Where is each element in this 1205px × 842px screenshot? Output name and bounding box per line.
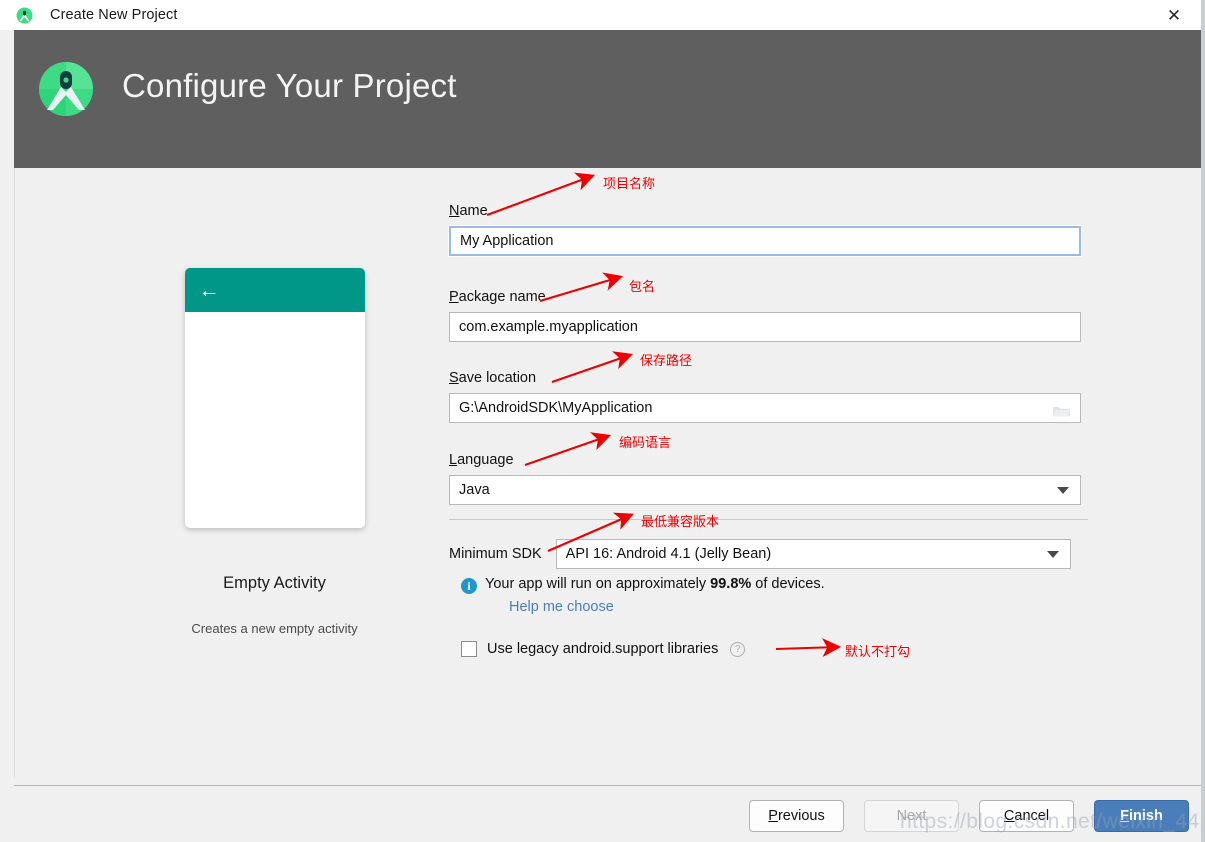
legacy-libraries-checkbox[interactable] [461, 641, 477, 657]
folder-icon[interactable] [1052, 401, 1071, 416]
question-mark-icon[interactable]: ? [730, 641, 746, 657]
back-arrow-icon: ← [198, 278, 220, 302]
minimum-sdk-select-value: API 16: Android 4.1 (Jelly Bean) [565, 546, 772, 562]
android-studio-logo [34, 57, 98, 121]
save-location-input-value: G:\AndroidSDK\MyApplication [459, 400, 653, 416]
desktop-background-right [1201, 0, 1205, 842]
template-thumbnail: ← [184, 268, 365, 528]
language-select-value: Java [459, 482, 490, 498]
form-divider [449, 519, 1088, 520]
package-name-input[interactable]: com.example.myapplication [449, 312, 1081, 342]
info-icon: i [461, 578, 477, 594]
legacy-libraries-row: Use legacy android.support libraries ? [461, 641, 746, 657]
name-label: Name [449, 203, 488, 219]
language-select[interactable]: Java [449, 475, 1081, 505]
package-name-input-value: com.example.myapplication [459, 319, 638, 335]
name-field-group: Name My Application [448, 202, 1082, 257]
template-appbar: ← [184, 268, 365, 312]
device-coverage-percent: 99.8% [710, 576, 752, 592]
help-me-choose-link[interactable]: Help me choose [509, 599, 614, 615]
save-location-input[interactable]: G:\AndroidSDK\MyApplication [449, 393, 1081, 423]
package-name-field-group: Package name com.example.myapplication [449, 288, 1081, 342]
language-field-group: Language Java [449, 451, 1081, 505]
package-name-label: Package name [449, 289, 546, 305]
create-new-project-dialog: Create New Project ✕ Configure Your Proj… [0, 0, 1205, 842]
chevron-down-icon [1046, 550, 1059, 558]
dialog-content: ← Empty Activity Creates a new empty act… [14, 168, 1201, 778]
minimum-sdk-field-group: Minimum SDK API 16: Android 4.1 (Jelly B… [449, 539, 1071, 569]
window-title: Create New Project [50, 7, 178, 23]
legacy-libraries-label[interactable]: Use legacy android.support libraries [487, 641, 718, 657]
device-coverage-info: i Your app will run on approximately 99.… [461, 576, 825, 594]
name-input-value: My Application [460, 233, 554, 249]
activity-template-preview: ← Empty Activity Creates a new empty act… [177, 268, 372, 636]
language-label: Language [449, 452, 514, 468]
save-location-field-group: Save location G:\AndroidSDK\MyApplicatio… [449, 369, 1081, 423]
previous-button[interactable]: Previous [749, 800, 844, 832]
minimum-sdk-select[interactable]: API 16: Android 4.1 (Jelly Bean) [555, 539, 1071, 569]
template-name: Empty Activity [223, 574, 326, 592]
name-input[interactable]: My Application [448, 225, 1082, 257]
android-studio-icon [16, 7, 33, 24]
dialog-header: Configure Your Project [14, 30, 1201, 168]
window-titlebar: Create New Project ✕ [0, 0, 1205, 30]
template-description: Creates a new empty activity [191, 621, 358, 636]
watermark: https://blog.csdn.net/weixin_44543135 [900, 810, 1205, 833]
page-title: Configure Your Project [122, 67, 457, 104]
save-location-label: Save location [449, 370, 537, 386]
device-coverage-text: Your app will run on approximately 99.8%… [485, 576, 825, 592]
close-icon[interactable]: ✕ [1143, 0, 1205, 30]
chevron-down-icon [1057, 486, 1069, 494]
minimum-sdk-label: Minimum SDK [449, 546, 542, 562]
